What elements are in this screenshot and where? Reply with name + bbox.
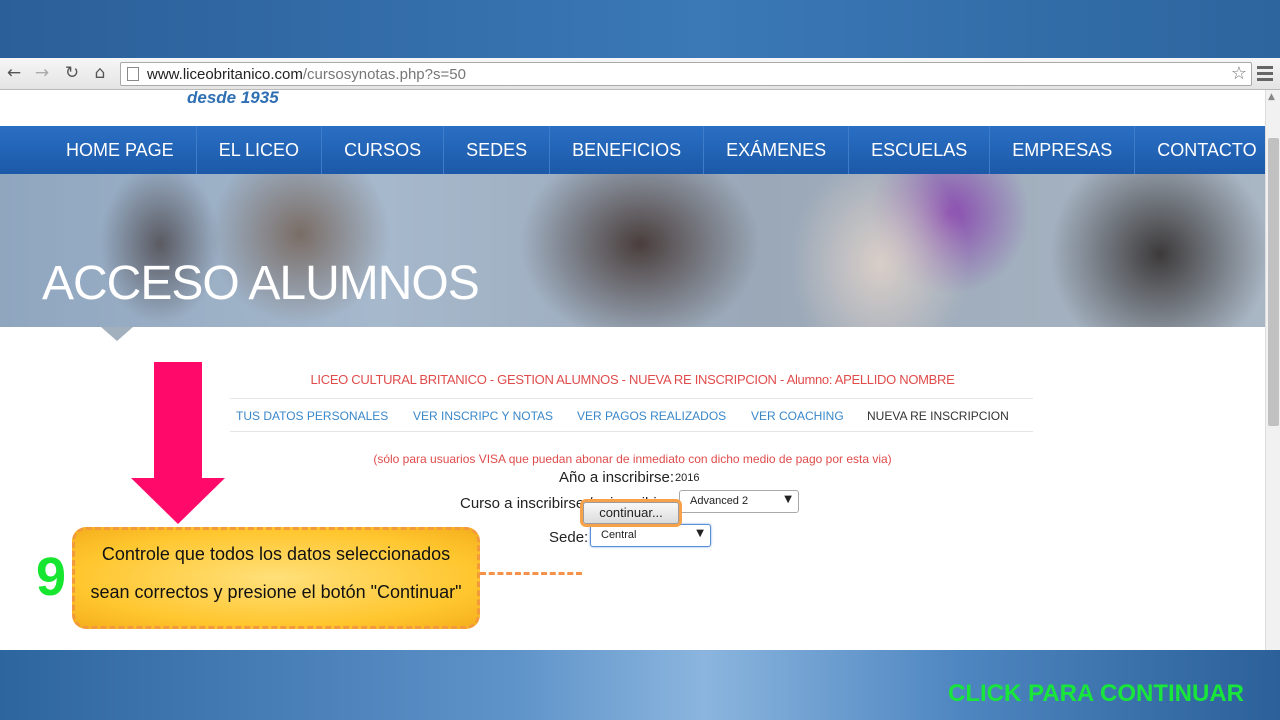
dropdown-caret-icon: ▼ (784, 494, 792, 505)
scroll-thumb[interactable] (1268, 138, 1279, 426)
callout-line-2: sean correctos y presione el botón "Cont… (90, 582, 462, 602)
course-select-value: Advanced 2 (690, 495, 749, 507)
home-icon[interactable]: ⌂ (90, 63, 110, 83)
main-navbar: HOME PAGE EL LICEO CURSOS SEDES BENEFICI… (0, 126, 1265, 174)
pointer-arrow-shaft (154, 362, 202, 484)
sede-label: Sede: (549, 529, 589, 546)
callout-connector-line (480, 572, 582, 575)
nav-escuelas[interactable]: ESCUELAS (848, 126, 989, 174)
page-icon (127, 67, 139, 81)
browser-menu-icon[interactable] (1257, 63, 1273, 83)
subnav-nueva-reinscripcion[interactable]: NUEVA RE INSCRIPCION (867, 409, 1009, 423)
callout-line-1: Controle que todos los datos seleccionad… (101, 544, 451, 564)
student-subnav: TUS DATOS PERSONALES VER INSCRIPC Y NOTA… (230, 398, 1033, 432)
year-value: 2016 (675, 472, 700, 484)
sede-select[interactable]: Central ▼ (590, 524, 711, 547)
slide-top-band (0, 0, 1280, 58)
continue-button[interactable]: continuar... (583, 502, 679, 524)
hero-banner: ACCESO ALUMNOS (0, 174, 1265, 327)
instruction-callout: Controle que todos los datos seleccionad… (72, 527, 480, 629)
url-path: /cursosynotas.php?s=50 (302, 66, 466, 83)
hero-title: ACCESO ALUMNOS (42, 257, 480, 310)
nav-contacto[interactable]: CONTACTO (1134, 126, 1265, 174)
subnav-pagos-realizados[interactable]: VER PAGOS REALIZADOS (577, 409, 726, 423)
url-host: www.liceobritanico.com (147, 66, 303, 83)
subnav-inscripc-notas[interactable]: VER INSCRIPC Y NOTAS (413, 409, 553, 423)
address-bar[interactable]: www.liceobritanico.com/cursosynotas.php?… (120, 62, 1252, 86)
nav-sedes[interactable]: SEDES (443, 126, 549, 174)
browser-toolbar: ← → ↻ ⌂ www.liceobritanico.com/cursosyno… (0, 58, 1280, 90)
year-label: Año a inscribirse: (559, 469, 675, 486)
nav-el-liceo[interactable]: EL LICEO (195, 126, 321, 174)
url-text: www.liceobritanico.com/cursosynotas.php?… (147, 66, 466, 83)
reload-icon[interactable]: ↻ (62, 63, 82, 83)
forward-icon[interactable]: → (32, 63, 52, 83)
slide-bottom-band: CLICK PARA CONTINUAR (0, 650, 1280, 720)
nav-home-page[interactable]: HOME PAGE (44, 126, 196, 174)
dropdown-caret-icon: ▼ (696, 528, 704, 539)
subnav-datos-personales[interactable]: TUS DATOS PERSONALES (236, 409, 388, 423)
back-icon[interactable]: ← (4, 63, 24, 83)
bookmark-star-icon[interactable]: ☆ (1231, 63, 1247, 84)
pointer-arrow-icon (131, 478, 225, 524)
hero-notch-decoration (101, 327, 133, 341)
page-scrollbar[interactable]: ▲ (1265, 90, 1280, 650)
nav-examenes[interactable]: EXÁMENES (703, 126, 848, 174)
course-select[interactable]: Advanced 2 ▼ (679, 490, 799, 513)
nav-empresas[interactable]: EMPRESAS (989, 126, 1134, 174)
nav-cursos[interactable]: CURSOS (321, 126, 443, 174)
subnav-coaching[interactable]: VER COACHING (751, 409, 844, 423)
step-number: 9 (36, 547, 67, 607)
nav-beneficios[interactable]: BENEFICIOS (549, 126, 703, 174)
sede-select-value: Central (601, 529, 637, 541)
site-tagline: desde 1935 (187, 90, 279, 107)
click-to-continue-link[interactable]: CLICK PARA CONTINUAR (948, 680, 1244, 708)
scroll-up-arrow-icon[interactable]: ▲ (1268, 92, 1275, 102)
